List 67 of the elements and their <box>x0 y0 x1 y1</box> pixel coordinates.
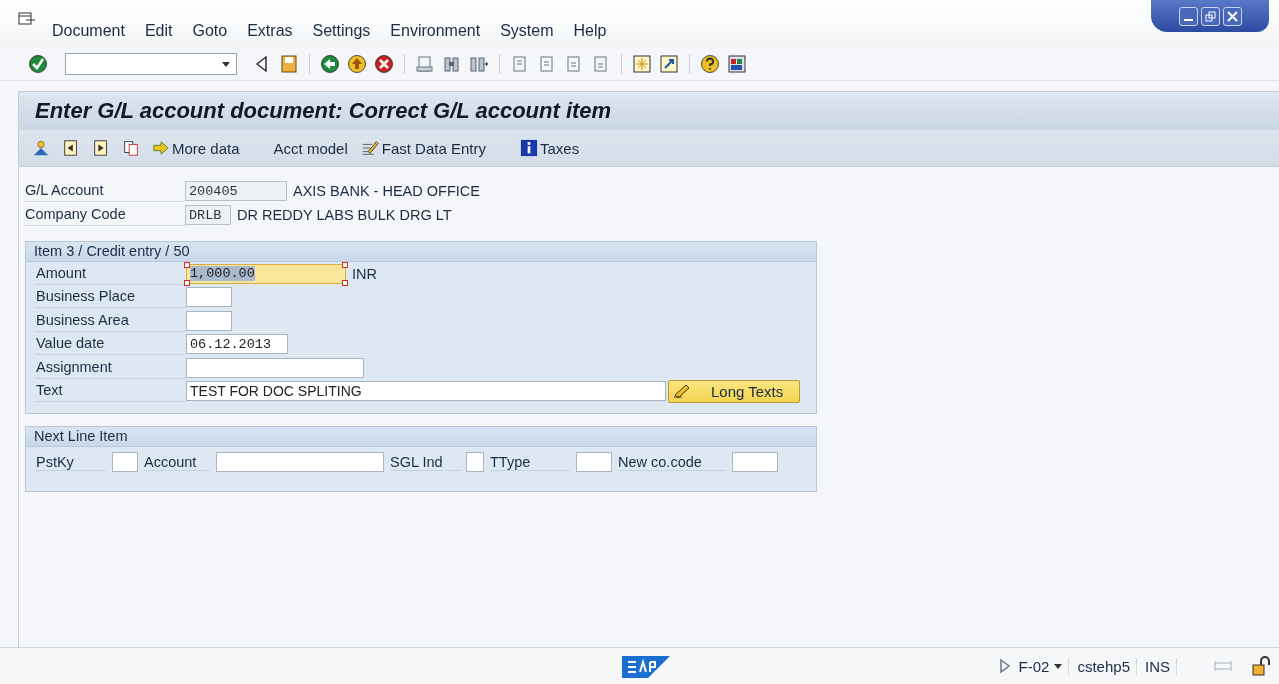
input-field[interactable] <box>216 452 384 472</box>
shortcut-icon[interactable] <box>659 54 679 74</box>
field-description: DR REDDY LABS BULK DRG LT <box>237 207 452 223</box>
toolbar-button[interactable]: More data <box>149 137 243 159</box>
checkmark-icon[interactable] <box>28 54 48 74</box>
readonly-field: DRLB <box>185 205 231 225</box>
command-field[interactable] <box>65 53 237 75</box>
input-field[interactable]: TEST FOR DOC SPLITING <box>186 381 666 402</box>
layout-icon[interactable] <box>727 54 747 74</box>
arrow-icon[interactable] <box>152 139 170 157</box>
toolbar-button[interactable]: Fast Data Entry <box>356 137 489 159</box>
exit-icon[interactable] <box>347 54 367 74</box>
group-title: Item 3 / Credit entry / 50 <box>26 242 816 262</box>
triangle-right-icon[interactable] <box>998 658 1011 674</box>
menu-item[interactable]: Edit <box>144 22 173 40</box>
restore-icon <box>1204 10 1216 22</box>
system-menu-icon[interactable] <box>18 12 36 26</box>
screen-title: Enter G/L account document: Correct G/L account item <box>35 98 612 124</box>
menu-item[interactable]: Document <box>52 22 125 40</box>
info-icon[interactable] <box>519 139 538 157</box>
menu-item[interactable]: Environment <box>390 22 481 40</box>
find-next-icon[interactable] <box>469 54 489 74</box>
field-description: AXIS BANK - HEAD OFFICE <box>293 183 480 199</box>
menu-item[interactable]: Settings <box>312 22 371 40</box>
group-title: Next Line Item <box>26 427 816 447</box>
insert-mode: INS <box>1145 657 1177 675</box>
menu-item[interactable]: Extras <box>247 22 293 40</box>
input-field[interactable]: 06.12.2013 <box>186 334 288 355</box>
menu-item[interactable]: System <box>500 22 554 40</box>
field-label: Account <box>144 453 210 471</box>
find-icon[interactable] <box>442 54 462 74</box>
input-field[interactable]: 1,000.00 <box>186 263 346 284</box>
input-field[interactable] <box>576 452 612 472</box>
input-field[interactable] <box>732 452 778 472</box>
cancel-icon[interactable] <box>374 54 394 74</box>
input-field[interactable] <box>186 310 232 331</box>
input-field[interactable] <box>186 287 232 308</box>
field-label: PstKy <box>36 453 106 471</box>
save-icon[interactable] <box>279 54 299 74</box>
menu-item[interactable]: Goto <box>192 22 228 40</box>
input-field[interactable] <box>112 452 138 472</box>
minimize-button[interactable] <box>1178 6 1198 26</box>
caret-icon[interactable] <box>222 61 230 67</box>
minimize-icon <box>1183 18 1193 21</box>
print-icon[interactable] <box>415 54 435 74</box>
caret-icon <box>1054 663 1063 669</box>
field-label: SGL Ind <box>390 453 460 471</box>
close-button[interactable] <box>1222 6 1242 26</box>
lock-icon[interactable] <box>1251 656 1271 676</box>
toolbar-button[interactable]: Acct model <box>270 137 351 159</box>
toolbar-button[interactable]: Taxes <box>516 137 583 159</box>
field-label: New co.code <box>618 453 726 471</box>
back-icon[interactable] <box>320 54 340 74</box>
restore-button[interactable] <box>1200 6 1220 26</box>
long-texts-button[interactable]: Long Texts <box>668 379 800 403</box>
field-label: TType <box>490 453 570 471</box>
close-icon <box>1226 10 1238 22</box>
logo-icon <box>622 656 670 678</box>
currency-unit: INR <box>352 265 377 282</box>
readonly-field: 200405 <box>185 181 287 201</box>
help-icon[interactable] <box>700 54 720 74</box>
menu-item[interactable]: Help <box>573 22 607 40</box>
user-name: cstehp5 <box>1077 657 1137 675</box>
input-field[interactable] <box>186 357 364 378</box>
transaction-dropdown[interactable]: F-02 <box>1018 657 1070 675</box>
new-session-icon[interactable] <box>632 54 652 74</box>
input-field[interactable] <box>466 452 484 472</box>
